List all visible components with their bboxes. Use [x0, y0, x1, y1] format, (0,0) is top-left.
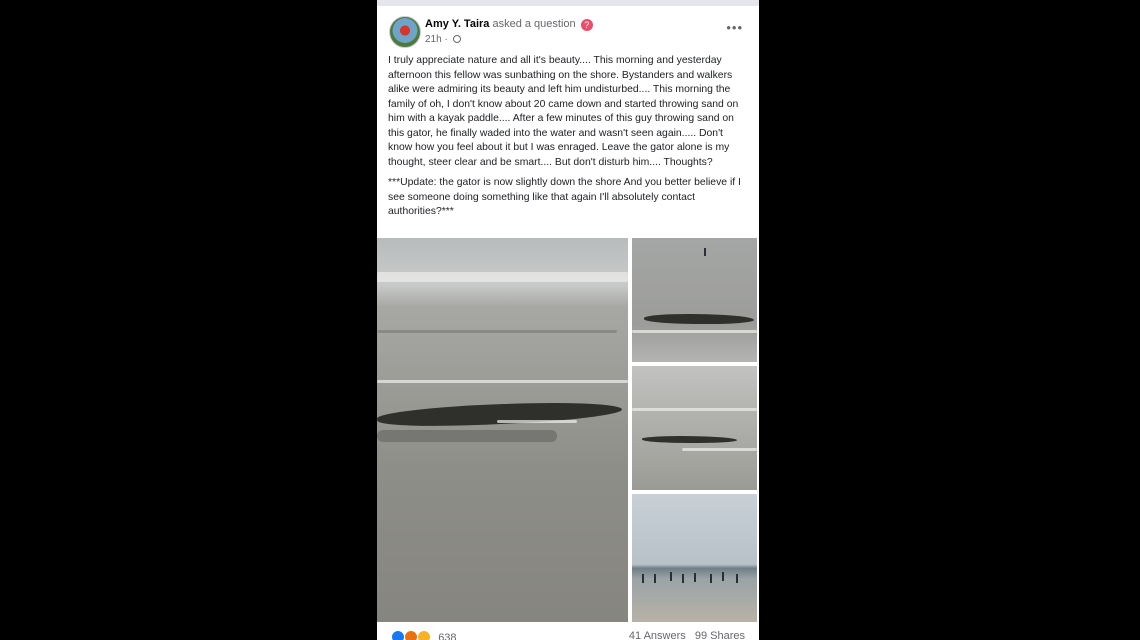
reaction-count: 638: [438, 632, 457, 640]
post-paragraph-2: ***Update: the gator is now slightly dow…: [388, 177, 741, 217]
post-paragraph-1: I truly appreciate nature and all it's b…: [388, 55, 739, 168]
more-options-icon[interactable]: •••: [726, 20, 743, 35]
photo-gallery: [377, 238, 759, 622]
sad-icon: [417, 630, 432, 640]
author-name[interactable]: Amy Y. Taira: [425, 18, 489, 30]
photo-gator-waterline[interactable]: [632, 366, 757, 490]
question-badge-icon: ?: [580, 19, 593, 31]
photo-gator-shore[interactable]: [632, 238, 757, 362]
like-icon: [391, 630, 405, 640]
post-meta: 21h ·: [425, 34, 461, 45]
angry-icon: [404, 630, 419, 640]
post-stats: 41 Answers 99 Shares: [629, 630, 745, 640]
author-avatar[interactable]: [389, 16, 421, 48]
post-body: I truly appreciate nature and all it's b…: [388, 54, 748, 226]
post-time[interactable]: 21h: [425, 34, 442, 45]
answers-count[interactable]: 41 Answers: [629, 630, 686, 640]
post-footer: 638 41 Answers 99 Shares: [377, 624, 759, 640]
globe-icon: [452, 35, 461, 43]
author-line: Amy Y. Taira asked a question ?: [425, 18, 593, 31]
post-card: Amy Y. Taira asked a question ? 21h · ••…: [377, 0, 759, 640]
photo-beach-crowd[interactable]: [632, 494, 757, 622]
shares-count[interactable]: 99 Shares: [695, 630, 745, 640]
post-header: Amy Y. Taira asked a question ? 21h · ••…: [387, 14, 749, 48]
photo-gator-closeup[interactable]: [377, 238, 628, 622]
reactions-summary[interactable]: 638: [391, 630, 457, 640]
post-action: asked a question: [492, 18, 576, 30]
